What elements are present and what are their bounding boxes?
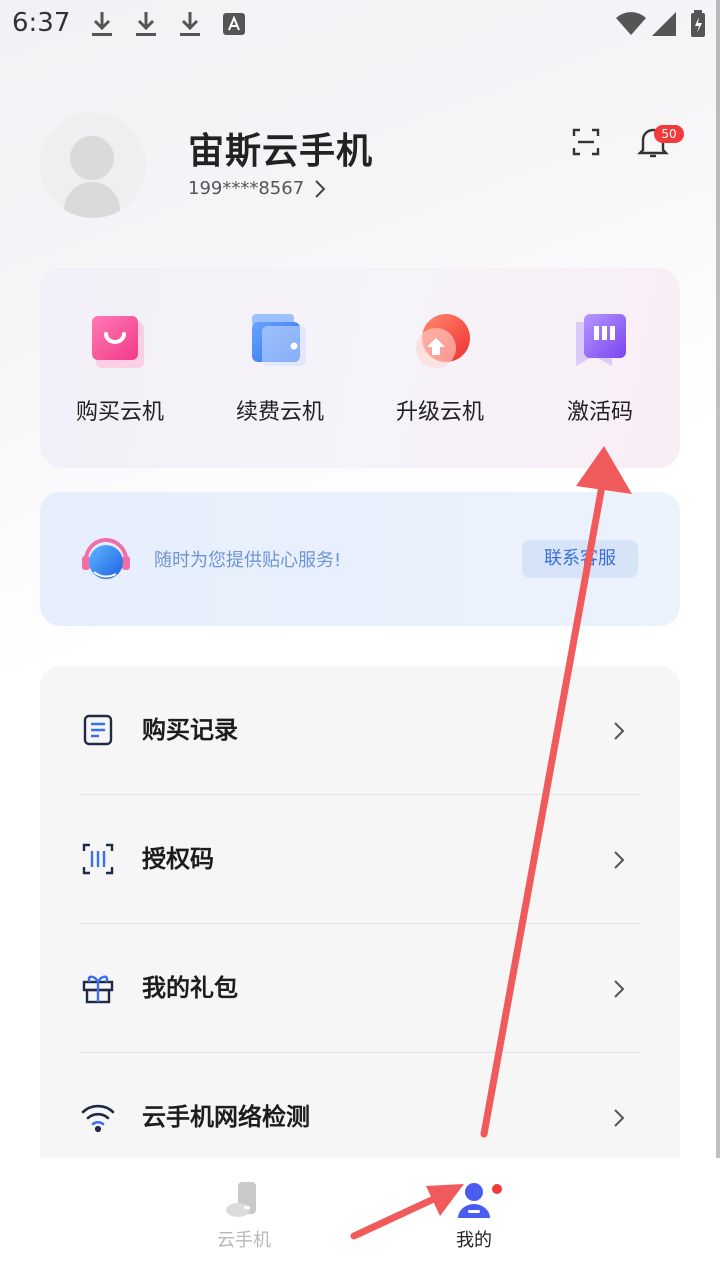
headset-icon xyxy=(80,536,132,584)
menu-item-label: 授权码 xyxy=(142,845,214,873)
unread-dot xyxy=(492,1184,502,1194)
status-time: 6:37 xyxy=(12,8,71,38)
chevron-right-icon xyxy=(612,1107,626,1133)
gift-icon xyxy=(80,970,116,1006)
wallet-icon xyxy=(248,308,312,372)
wifi-icon xyxy=(616,12,646,40)
qa-label: 续费云机 xyxy=(235,400,324,425)
download-icon xyxy=(178,10,202,42)
service-tagline: 随时为您提供贴心服务! xyxy=(154,550,342,571)
document-icon xyxy=(80,712,116,748)
activation-code-icon xyxy=(568,308,632,372)
wifi-icon xyxy=(80,1099,116,1135)
tab-label: 云手机 xyxy=(217,1230,271,1251)
bottom-tab-bar: 云手机 我的 xyxy=(0,1158,720,1280)
tab-label: 我的 xyxy=(456,1230,492,1251)
cloud-phone-icon xyxy=(184,1180,304,1220)
scan-code-icon xyxy=(80,841,116,877)
tab-cloud-phone[interactable]: 云手机 xyxy=(184,1180,304,1252)
upgrade-cloud-phone-button[interactable]: 升级云机 xyxy=(360,308,520,426)
avatar-body xyxy=(64,182,120,218)
tab-mine[interactable]: 我的 xyxy=(414,1180,534,1252)
signal-icon xyxy=(652,12,676,40)
upgrade-icon xyxy=(408,308,472,372)
customer-service-banner: 随时为您提供贴心服务! 联系客服 xyxy=(40,492,680,626)
menu-item-authorization-code[interactable]: 授权码 xyxy=(40,795,680,924)
notification-badge: 50 xyxy=(654,125,684,143)
battery-icon xyxy=(690,10,706,42)
menu-item-my-gifts[interactable]: 我的礼包 xyxy=(40,924,680,1053)
menu-item-label: 购买记录 xyxy=(142,716,238,744)
activation-code-button[interactable]: 激活码 xyxy=(520,308,680,426)
download-icon xyxy=(134,10,158,42)
menu-item-purchase-records[interactable]: 购买记录 xyxy=(40,666,680,795)
user-name[interactable]: 宙斯云手机 xyxy=(188,122,373,174)
contact-support-button[interactable]: 联系客服 xyxy=(522,540,638,578)
avatar[interactable] xyxy=(40,112,146,218)
chevron-right-icon[interactable] xyxy=(312,178,328,204)
avatar-head xyxy=(70,136,114,180)
font-a-icon xyxy=(222,12,246,40)
qa-label: 升级云机 xyxy=(395,400,484,425)
status-bar: 6:37 xyxy=(0,0,720,50)
chevron-right-icon xyxy=(612,720,626,746)
renew-cloud-phone-button[interactable]: 续费云机 xyxy=(200,308,360,426)
qa-label: 激活码 xyxy=(566,400,633,425)
chevron-right-icon xyxy=(612,978,626,1004)
profile-icon xyxy=(414,1180,534,1220)
menu-item-label: 我的礼包 xyxy=(142,974,238,1002)
qa-label: 购买云机 xyxy=(75,400,164,425)
chevron-right-icon xyxy=(612,849,626,875)
user-phone[interactable]: 199****8567 xyxy=(188,178,304,199)
menu-item-label: 云手机网络检测 xyxy=(142,1103,310,1131)
download-icon xyxy=(90,10,114,42)
menu-list: 购买记录 授权码 我的礼包 云手机网络检测 xyxy=(40,666,680,1166)
scan-icon[interactable] xyxy=(570,126,602,158)
buy-cloud-phone-button[interactable]: 购买云机 xyxy=(40,308,200,426)
quick-actions-card: 购买云机 续费云机 升级云机 激活码 xyxy=(40,268,680,468)
screen-edge xyxy=(716,0,720,1280)
menu-item-network-check[interactable]: 云手机网络检测 xyxy=(40,1053,680,1166)
shopping-bag-icon xyxy=(88,308,152,372)
